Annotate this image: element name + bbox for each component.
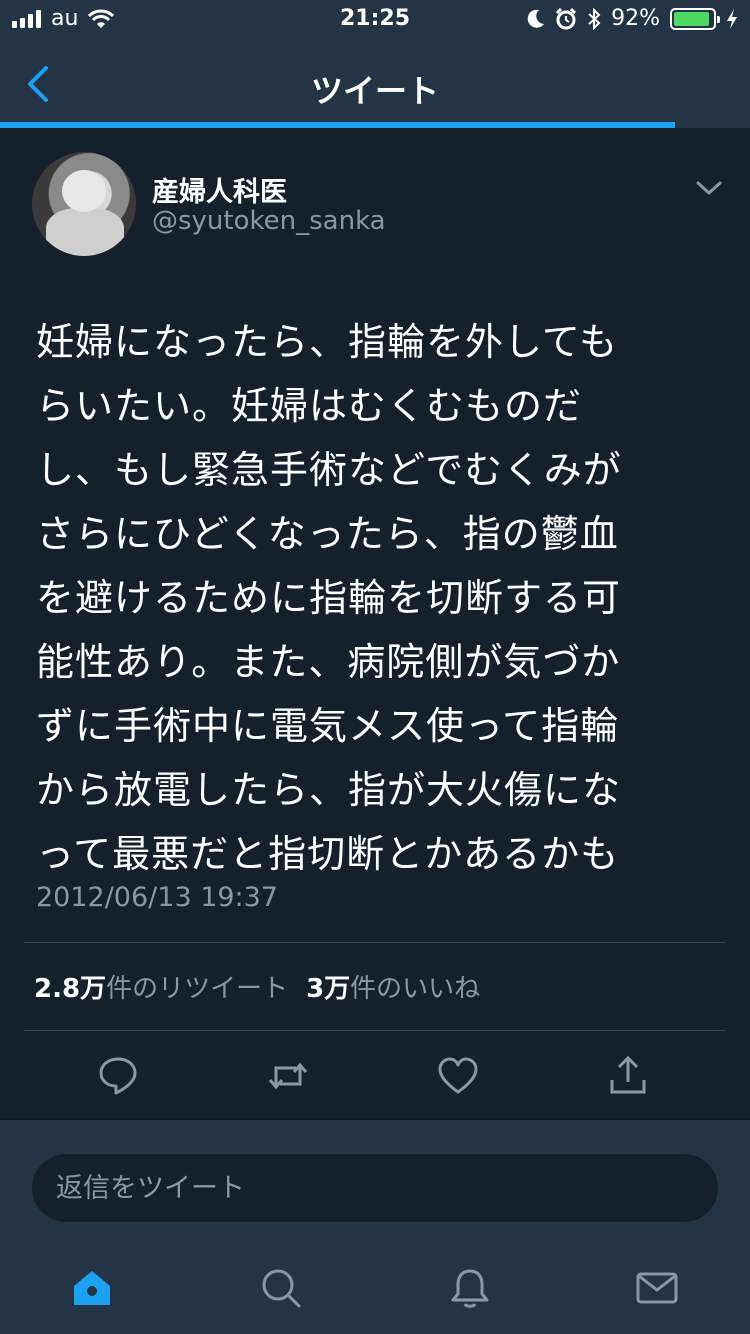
like-icon[interactable] xyxy=(436,1054,480,1098)
tweet-timestamp: 2012/06/13 19:37 xyxy=(36,882,279,913)
retweet-icon[interactable] xyxy=(266,1054,310,1098)
retweet-count[interactable]: 2.8万 xyxy=(34,974,106,1004)
charging-icon xyxy=(727,8,737,29)
reply-icon[interactable] xyxy=(96,1054,140,1098)
battery-percent: 92% xyxy=(611,6,660,31)
top-bar: au 21:25 92% ツイート xyxy=(0,0,750,128)
status-right: 92% xyxy=(527,6,738,31)
tweet-line: を避けるために指輪を切断する可 xyxy=(36,576,622,620)
action-bar xyxy=(0,1048,750,1118)
messages-icon[interactable] xyxy=(635,1266,679,1310)
battery-level xyxy=(674,11,709,26)
retweet-label[interactable]: 件のリツイート xyxy=(106,974,288,1004)
tweet-line: さらにひどくなったら、指の鬱血 xyxy=(36,512,619,556)
display-name[interactable]: 産婦人科医 xyxy=(152,170,287,209)
tweet-line: ずに手術中に電気メス使って指輪 xyxy=(36,704,620,748)
tweet-line: らいたい。妊婦はむくむものだ xyxy=(36,384,583,428)
search-icon[interactable] xyxy=(259,1266,303,1310)
divider xyxy=(24,942,726,943)
tweet-line: し、もし緊急手術などでむくみが xyxy=(36,448,622,492)
share-icon[interactable] xyxy=(606,1054,650,1098)
reply-input[interactable] xyxy=(32,1154,718,1222)
tweet-line: 妊婦になったら、指輪を外しても xyxy=(36,320,618,364)
bluetooth-icon xyxy=(588,7,601,30)
user-handle[interactable]: @syutoken_sanka xyxy=(152,206,386,236)
home-icon[interactable] xyxy=(70,1266,114,1310)
tweet-line: から放電したら、指が大火傷にな xyxy=(36,768,622,812)
like-label[interactable]: 件のいいね xyxy=(350,974,480,1004)
tweet-line: って最悪だと指切断とかあるかも xyxy=(36,832,620,876)
notifications-icon[interactable] xyxy=(448,1266,492,1310)
alarm-icon xyxy=(556,7,577,29)
tweet-line: 能性あり。また、病院側が気づか xyxy=(36,640,621,684)
tweet-text: 妊婦になったら、指輪を外しても らいたい。妊婦はむくむものだ し、もし緊急手術な… xyxy=(36,310,716,886)
page-title: ツイート xyxy=(310,72,439,110)
moon-icon xyxy=(527,9,545,28)
battery-icon xyxy=(670,7,720,30)
reply-composer xyxy=(0,1118,750,1334)
tweet-detail: 産婦人科医 @syutoken_sanka 妊婦になったら、指輪を外しても らい… xyxy=(0,128,750,1118)
navigation-bar: ツイート xyxy=(0,44,750,124)
status-bar: au 21:25 92% xyxy=(0,0,750,40)
like-count[interactable]: 3万 xyxy=(306,974,350,1004)
engagement-stats: 2.8万件のリツイート 3万件のいいね xyxy=(34,968,480,1005)
avatar[interactable] xyxy=(32,152,136,256)
chevron-down-icon[interactable] xyxy=(694,176,724,200)
divider xyxy=(24,1030,726,1031)
